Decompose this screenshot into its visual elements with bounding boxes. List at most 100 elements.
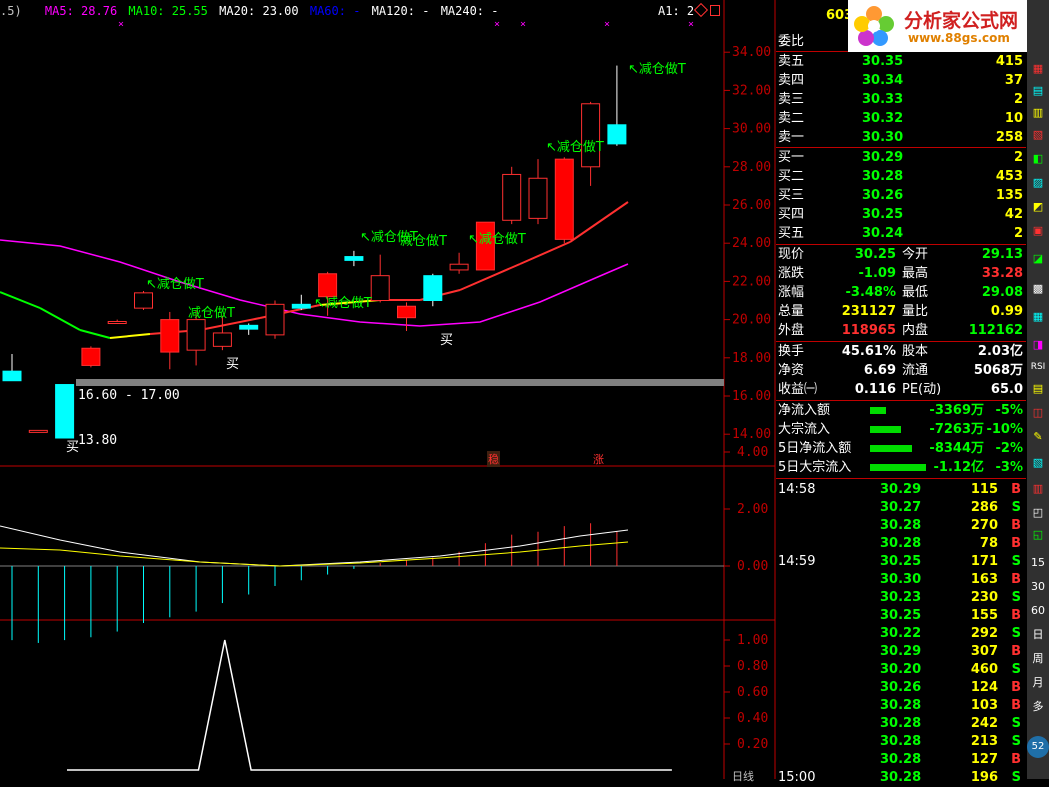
- sell-level[interactable]: 卖四 30.34 37: [776, 71, 1026, 90]
- tick-row[interactable]: 30.28 78 B: [776, 534, 1026, 553]
- tick-price: 30.28: [880, 752, 922, 767]
- tick-side: B: [1011, 536, 1021, 551]
- ma60-value: MA60: -: [309, 4, 361, 18]
- period-button[interactable]: 周: [1028, 650, 1048, 668]
- tick-price: 30.26: [880, 680, 922, 695]
- tick-row[interactable]: 30.29 307 B: [776, 642, 1026, 661]
- tool-icon-17[interactable]: ◰: [1028, 504, 1048, 522]
- tick-price: 30.28: [880, 518, 922, 533]
- period-button[interactable]: 月: [1028, 674, 1048, 692]
- sell-level[interactable]: 卖二 30.32 10: [776, 109, 1026, 128]
- candle-body: [423, 275, 443, 302]
- rsi-icon[interactable]: RSI: [1028, 358, 1048, 376]
- period-button[interactable]: 30: [1028, 578, 1048, 596]
- tool-icon-13[interactable]: ▤: [1028, 380, 1048, 398]
- quote-label: 收益㈠: [778, 382, 818, 397]
- stable-marker: 稳: [487, 451, 500, 467]
- tool-icon-7[interactable]: ◩: [1028, 198, 1048, 216]
- quote-row[interactable]: 外盘 118965 内盘 112162: [776, 321, 1026, 340]
- period-button[interactable]: 日: [1028, 626, 1048, 644]
- quote-row[interactable]: 涨跌 -1.09 最高 33.28: [776, 264, 1026, 283]
- tool-icon-6[interactable]: ▨: [1028, 174, 1048, 192]
- sell-level[interactable]: 卖三 30.33 2: [776, 90, 1026, 109]
- flow-row[interactable]: 净流入额 -3369万 -5%: [776, 401, 1026, 420]
- quote-label: 涨幅: [778, 285, 805, 300]
- flow-percent: -10%: [986, 422, 1023, 437]
- flow-row[interactable]: 大宗流入 -7263万 -10%: [776, 420, 1026, 439]
- buy-level[interactable]: 买四 30.25 42: [776, 205, 1026, 224]
- quote-row[interactable]: 收益㈠ 0.116 PE(动) 65.0: [776, 380, 1026, 399]
- tick-row[interactable]: 30.27 286 S: [776, 498, 1026, 517]
- badge-counter[interactable]: 52: [1027, 736, 1049, 758]
- tool-icon-10[interactable]: ▩: [1028, 280, 1048, 298]
- tick-row[interactable]: 30.28 270 B: [776, 516, 1026, 535]
- candle-body: [134, 292, 153, 309]
- tool-icon-3[interactable]: ▥: [1028, 104, 1048, 122]
- quote-value: -1.09: [858, 266, 896, 281]
- ma240-value: MA240: -: [440, 4, 499, 18]
- tool-icon-11[interactable]: ▦: [1028, 308, 1048, 326]
- tool-icon-2[interactable]: ▤: [1028, 82, 1048, 100]
- pen-icon[interactable]: ✎: [1028, 428, 1048, 446]
- quote-row[interactable]: 净资 6.69 流通 5068万: [776, 361, 1026, 380]
- tick-row[interactable]: 30.28 213 S: [776, 732, 1026, 751]
- tool-icon-16[interactable]: ▥: [1028, 480, 1048, 498]
- quote-row[interactable]: 现价 30.25 今开 29.13: [776, 245, 1026, 264]
- tick-row[interactable]: 30.28 242 S: [776, 714, 1026, 733]
- quote-row[interactable]: 换手 45.61% 股本 2.03亿: [776, 342, 1026, 361]
- buy-level[interactable]: 买三 30.26 135: [776, 186, 1026, 205]
- tick-price: 30.30: [880, 572, 922, 587]
- tool-icon-12[interactable]: ◨: [1028, 336, 1048, 354]
- tick-volume: 270: [970, 518, 998, 533]
- tool-icon-15[interactable]: ▧: [1028, 454, 1048, 472]
- tool-icon-5[interactable]: ◧: [1028, 150, 1048, 168]
- ind-tick-label: 0.80: [737, 659, 768, 674]
- period-button[interactable]: 60: [1028, 602, 1048, 620]
- quote-value: 29.08: [981, 285, 1023, 300]
- tick-row[interactable]: 30.30 163 B: [776, 570, 1026, 589]
- tick-time: 14:59: [778, 554, 816, 569]
- tool-icon-8[interactable]: ▣: [1028, 222, 1048, 240]
- tick-volume: 292: [970, 626, 998, 641]
- level-price: 30.25: [862, 207, 904, 222]
- sell-level[interactable]: 卖一 30.30 258: [776, 128, 1026, 147]
- period-label[interactable]: 日线: [732, 768, 754, 784]
- indicator-line: [67, 639, 672, 771]
- tick-price: 30.27: [880, 500, 922, 515]
- tick-row[interactable]: 30.28 103 B: [776, 696, 1026, 715]
- sell-level[interactable]: 卖五 30.35 415: [776, 52, 1026, 71]
- candle-body: [239, 324, 259, 330]
- tool-icon-1[interactable]: ▦: [1028, 60, 1048, 78]
- tick-row[interactable]: 30.25 155 B: [776, 606, 1026, 625]
- buy-level[interactable]: 买五 30.24 2: [776, 224, 1026, 243]
- tick-row[interactable]: 30.26 124 B: [776, 678, 1026, 697]
- period-button[interactable]: 15: [1028, 554, 1048, 572]
- tool-icon-4[interactable]: ▧: [1028, 126, 1048, 144]
- period-button[interactable]: 多: [1028, 698, 1048, 716]
- tick-row[interactable]: 14:59 30.25 171 S: [776, 552, 1026, 571]
- tick-side: B: [1011, 698, 1021, 713]
- tool-icon-18[interactable]: ◱: [1028, 526, 1048, 544]
- buy-signal-3: 买: [440, 333, 454, 348]
- quote-row[interactable]: 总量 231127 量比 0.99: [776, 302, 1026, 321]
- level-label: 卖三: [778, 92, 805, 107]
- ma10-line: [569, 201, 629, 243]
- flow-bar: [870, 445, 912, 452]
- quote-value: 45.61%: [841, 344, 896, 359]
- price-tick-label: 20.00: [732, 313, 771, 328]
- quote-label: 今开: [902, 247, 929, 262]
- tick-row[interactable]: 30.20 460 S: [776, 660, 1026, 679]
- buy-level[interactable]: 买二 30.28 453: [776, 167, 1026, 186]
- tool-icon-9[interactable]: ◪: [1028, 250, 1048, 268]
- tick-row[interactable]: 30.22 292 S: [776, 624, 1026, 643]
- tick-row[interactable]: 15:00 30.28 196 S: [776, 768, 1026, 787]
- tick-row[interactable]: 30.23 230 S: [776, 588, 1026, 607]
- ma5-value: MA5: 28.76: [44, 4, 118, 18]
- tick-row[interactable]: 30.28 127 B: [776, 750, 1026, 769]
- tool-icon-14[interactable]: ◫: [1028, 404, 1048, 422]
- ma10-line: [109, 333, 151, 339]
- quote-row[interactable]: 涨幅 -3.48% 最低 29.08: [776, 283, 1026, 302]
- tick-row[interactable]: 14:58 30.29 115 B: [776, 480, 1026, 499]
- buy-level[interactable]: 买一 30.29 2: [776, 148, 1026, 167]
- window-icon[interactable]: [710, 5, 720, 16]
